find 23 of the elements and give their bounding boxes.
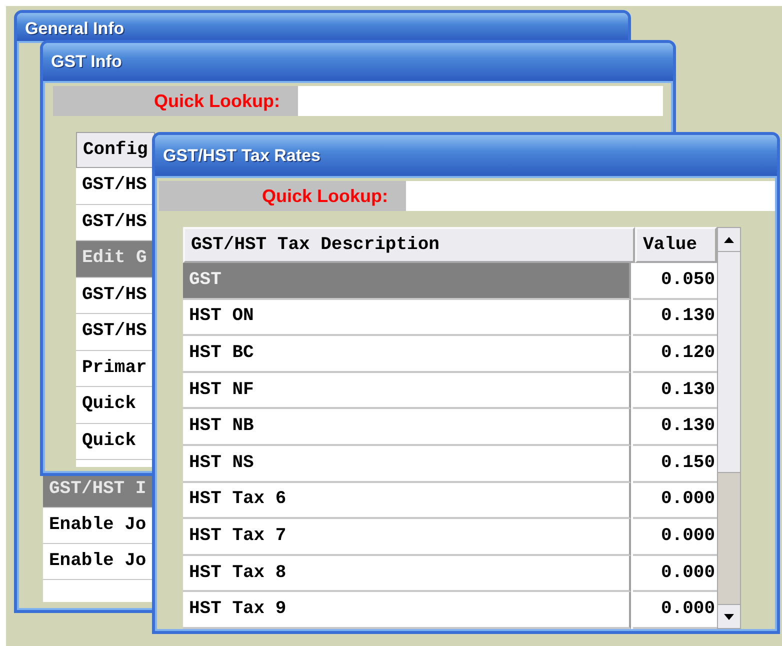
scrollbar[interactable]: [717, 227, 741, 629]
table-cell[interactable]: HST ON: [183, 300, 632, 336]
column-header[interactable]: Config: [76, 132, 155, 168]
table-cell[interactable]: HST BC: [183, 336, 632, 373]
quick-lookup-label: Quick Lookup:: [53, 86, 298, 116]
up-arrow-icon: [724, 236, 734, 243]
table-cell[interactable]: HST Tax 6: [183, 482, 632, 520]
quick-lookup-field[interactable]: [406, 181, 775, 212]
column-header[interactable]: GST/HST Tax Description: [183, 227, 635, 264]
table-cell[interactable]: HST Tax 9: [183, 592, 632, 629]
table-cell[interactable]: HST Tax 8: [183, 556, 632, 592]
table-cell[interactable]: HST Tax 7: [183, 519, 632, 556]
scroll-thumb[interactable]: [718, 472, 740, 604]
window-title: GST Info: [43, 43, 673, 81]
window-title: General Info: [17, 13, 628, 41]
quick-lookup-field[interactable]: [298, 86, 663, 116]
column-header[interactable]: Value: [635, 227, 717, 264]
table-cell[interactable]: HST NF: [183, 372, 632, 410]
table-cell[interactable]: HST NB: [183, 409, 632, 446]
table-cell[interactable]: HST NS: [183, 446, 632, 483]
down-arrow-icon: [724, 614, 734, 620]
window-title: GST/HST Tax Rates: [155, 135, 777, 176]
quick-lookup-label: Quick Lookup:: [159, 181, 406, 212]
